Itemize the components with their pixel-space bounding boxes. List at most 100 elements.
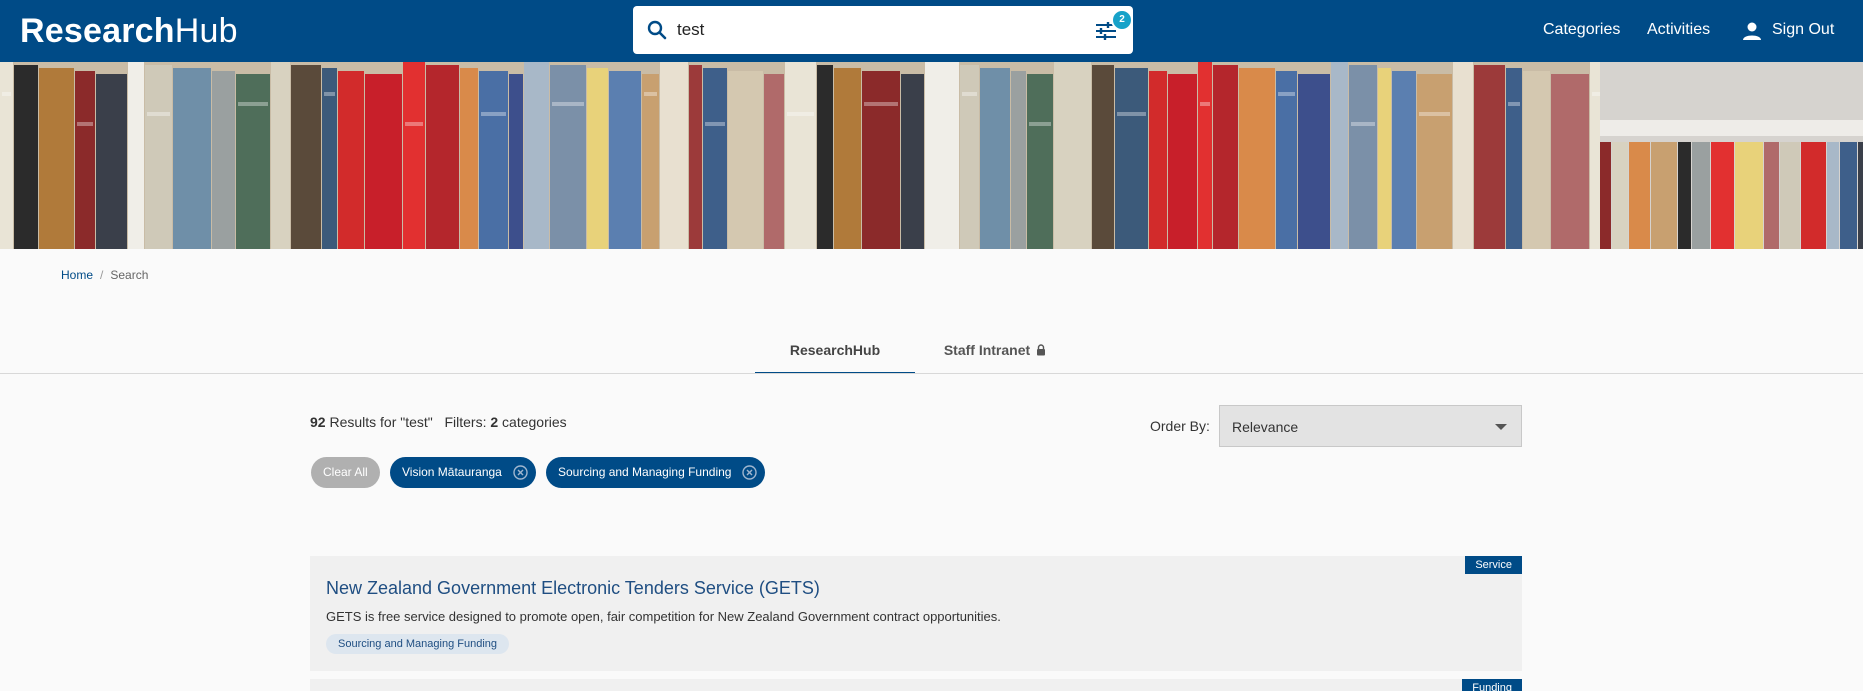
book-spine bbox=[1651, 142, 1677, 249]
filters-suffix: categories bbox=[498, 414, 567, 430]
order-by-selected-value: Relevance bbox=[1232, 419, 1299, 435]
book-spine bbox=[173, 68, 211, 249]
book-spine bbox=[1735, 142, 1763, 249]
book-spine bbox=[1692, 142, 1710, 249]
book-spine bbox=[96, 74, 127, 249]
book-spine bbox=[1011, 71, 1026, 249]
book-spine bbox=[689, 65, 702, 249]
filter-count-badge: 2 bbox=[1111, 9, 1133, 31]
book-spine bbox=[1349, 65, 1377, 249]
clear-all-button[interactable]: Clear All bbox=[311, 457, 380, 488]
book-spine bbox=[1711, 142, 1734, 249]
book-spine bbox=[1392, 71, 1416, 249]
book-spine bbox=[1506, 68, 1522, 249]
book-spine bbox=[1331, 62, 1348, 249]
book-spine-band bbox=[705, 122, 725, 126]
result-type-badge: Funding bbox=[1462, 679, 1522, 691]
book-spine bbox=[1198, 62, 1212, 249]
book-spine bbox=[1239, 68, 1275, 249]
book-spine bbox=[1858, 142, 1863, 249]
person-icon[interactable] bbox=[1741, 20, 1763, 42]
book-spine bbox=[1523, 71, 1550, 249]
book-spine-band bbox=[644, 92, 657, 96]
book-spine bbox=[587, 68, 608, 249]
book-spine bbox=[862, 71, 900, 249]
tab-staff-intranet[interactable]: Staff Intranet bbox=[920, 340, 1070, 374]
book-spine bbox=[236, 74, 270, 249]
filter-chip-label: Vision Mātauranga bbox=[402, 465, 502, 479]
search-box: 2 bbox=[633, 6, 1133, 54]
tab-researchhub-label: ResearchHub bbox=[789, 342, 881, 358]
book-spine bbox=[1764, 142, 1779, 249]
filter-chip-sourcing-funding[interactable]: Sourcing and Managing Funding bbox=[546, 457, 766, 488]
book-spine bbox=[1801, 142, 1826, 249]
search-icon[interactable] bbox=[645, 18, 669, 42]
book-spine bbox=[764, 74, 784, 249]
book-spine bbox=[1213, 65, 1238, 249]
book-spine-band bbox=[1419, 112, 1450, 116]
book-spine bbox=[1840, 142, 1857, 249]
book-spine-band bbox=[77, 122, 93, 126]
chevron-down-icon bbox=[1495, 424, 1507, 430]
breadcrumb: Home / Search bbox=[61, 268, 148, 282]
result-card: Funding bbox=[310, 679, 1522, 691]
book-spine bbox=[1298, 74, 1330, 249]
bookshelf-image bbox=[0, 62, 1863, 249]
book-spine-band bbox=[1200, 102, 1210, 106]
sign-out-link[interactable]: Sign Out bbox=[1772, 21, 1834, 39]
filters-count: 2 bbox=[490, 414, 499, 430]
book-spine bbox=[128, 62, 144, 249]
book-spine-band bbox=[864, 102, 898, 106]
book-spine bbox=[925, 62, 959, 249]
site-logo[interactable]: ResearchHub bbox=[20, 12, 238, 51]
filter-chip-label: Sourcing and Managing Funding bbox=[558, 465, 732, 479]
book-spine bbox=[817, 65, 833, 249]
book-spine-band bbox=[1351, 122, 1375, 126]
book-spine bbox=[1027, 74, 1053, 249]
tab-researchhub[interactable]: ResearchHub bbox=[755, 340, 915, 374]
book-spine bbox=[509, 74, 523, 249]
result-description: GETS is free service designed to promote… bbox=[326, 609, 1001, 624]
breadcrumb-separator: / bbox=[100, 268, 104, 282]
book-spine bbox=[1780, 142, 1800, 249]
tab-staff-intranet-label: Staff Intranet bbox=[943, 342, 1031, 358]
book-spine bbox=[403, 62, 425, 249]
nav-categories-link[interactable]: Categories bbox=[1543, 21, 1620, 39]
order-by-select[interactable]: Relevance bbox=[1219, 405, 1522, 447]
book-spine bbox=[1417, 74, 1452, 249]
lock-icon bbox=[1037, 344, 1046, 356]
filter-chip-vision-matauranga[interactable]: Vision Mātauranga bbox=[390, 457, 536, 488]
search-input[interactable] bbox=[677, 15, 1057, 45]
book-spine bbox=[1612, 142, 1628, 249]
breadcrumb-current: Search bbox=[110, 268, 149, 282]
top-navigation-bar: ResearchHub 2 Categories Activities Sign… bbox=[0, 0, 1863, 62]
book-spine bbox=[1827, 142, 1839, 249]
book-spine-band bbox=[552, 102, 584, 106]
tabs-divider bbox=[0, 373, 1863, 374]
result-category-tag[interactable]: Sourcing and Managing Funding bbox=[326, 634, 510, 654]
remove-filter-icon[interactable] bbox=[513, 465, 528, 480]
book-spine bbox=[426, 65, 459, 249]
nav-activities-link[interactable]: Activities bbox=[1647, 21, 1710, 39]
order-by-label: Order By: bbox=[1150, 418, 1210, 434]
book-spine bbox=[1453, 62, 1473, 249]
book-spine bbox=[1115, 68, 1148, 249]
result-card: Service New Zealand Government Electroni… bbox=[310, 556, 1522, 671]
book-spine bbox=[524, 62, 549, 249]
book-spine bbox=[39, 68, 74, 249]
result-type-badge: Service bbox=[1465, 556, 1522, 574]
book-spine bbox=[980, 68, 1010, 249]
book-spine bbox=[365, 74, 402, 249]
result-title-link[interactable]: New Zealand Government Electronic Tender… bbox=[326, 578, 820, 599]
book-spine bbox=[460, 68, 478, 249]
hero-banner-bookshelf bbox=[0, 62, 1863, 249]
book-spine-band bbox=[787, 112, 814, 116]
book-spine-band bbox=[1117, 112, 1146, 116]
book-spine bbox=[642, 74, 659, 249]
remove-filter-icon[interactable] bbox=[742, 465, 758, 480]
book-spine bbox=[1149, 71, 1167, 249]
book-spine bbox=[1054, 62, 1091, 249]
results-for-text: Results for "test" bbox=[325, 414, 433, 430]
book-spine bbox=[785, 62, 816, 249]
breadcrumb-home-link[interactable]: Home bbox=[61, 268, 93, 282]
